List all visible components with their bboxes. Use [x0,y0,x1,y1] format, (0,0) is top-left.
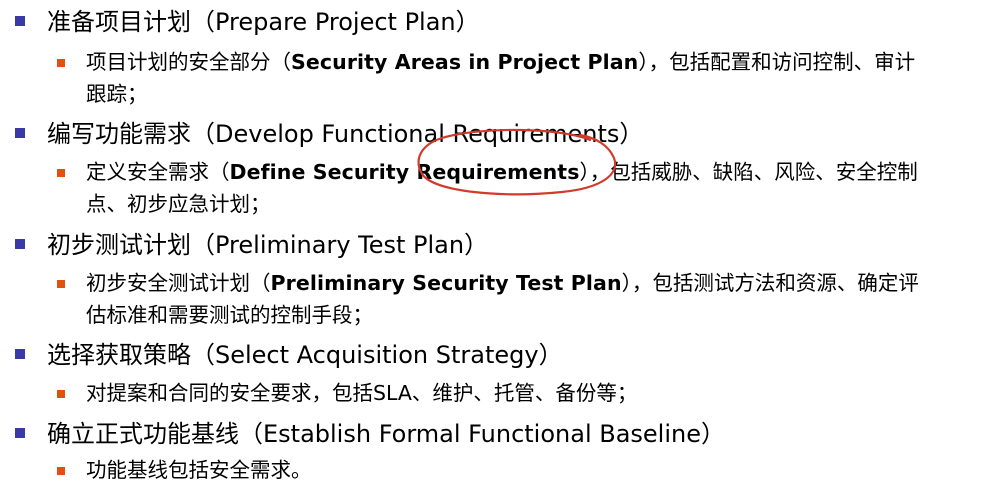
level1-bullet-icon [15,349,25,359]
level2-bullet-icon [57,59,65,67]
slide: 准备项目计划（Prepare Project Plan） 项目计划的安全部分（S… [0,0,1000,492]
level2-bullet-icon [57,467,65,475]
handdrawn-circle-annotation [417,128,617,196]
section-3-title: 初步测试计划（Preliminary Test Plan） [47,231,489,259]
level1-bullet-icon [15,239,25,249]
section-5-title: 确立正式功能基线（Establish Formal Functional Bas… [47,420,725,448]
section-1-detail-suffix: ），包括配置和访问控制、审计 [638,50,916,74]
section-1-detail-line2: 跟踪； [86,82,148,106]
section-3-detail-line2: 估标准和需要测试的控制手段； [86,303,373,327]
section-4-title: 选择获取策略（Select Acquisition Strategy） [47,341,563,369]
section-1-detail-bold: Security Areas in Project Plan [291,50,639,74]
level2-bullet-icon [57,390,65,398]
level1-bullet-icon [15,428,25,438]
level2-bullet-icon [57,169,65,177]
section-3-detail-bold: Preliminary Security Test Plan [270,271,622,295]
section-1: 准备项目计划（Prepare Project Plan） [0,2,1000,42]
level2-bullet-icon [57,280,65,288]
section-2-detail-prefix: 定义安全需求（ [86,160,230,184]
section-1-title: 准备项目计划（Prepare Project Plan） [47,8,480,36]
section-4-detail-line1: 对提案和合同的安全要求，包括SLA、维护、托管、备份等； [86,381,638,405]
section-3-detail-suffix: ），包括测试方法和资源、确定评 [621,271,919,295]
section-1-detail-prefix: 项目计划的安全部分（ [86,50,291,74]
section-5-detail-line1: 功能基线包括安全需求。 [86,458,312,482]
section-3: 初步测试计划（Preliminary Test Plan） [0,225,1000,265]
section-3-detail-prefix: 初步安全测试计划（ [86,271,271,295]
section-4: 选择获取策略（Select Acquisition Strategy） [0,335,1000,375]
section-2-detail-suffix: ），包括威胁、缺陷、风险、安全控制 [579,160,918,184]
section-5: 确立正式功能基线（Establish Formal Functional Bas… [0,414,1000,454]
level1-bullet-icon [15,128,25,138]
level1-bullet-icon [15,16,25,26]
